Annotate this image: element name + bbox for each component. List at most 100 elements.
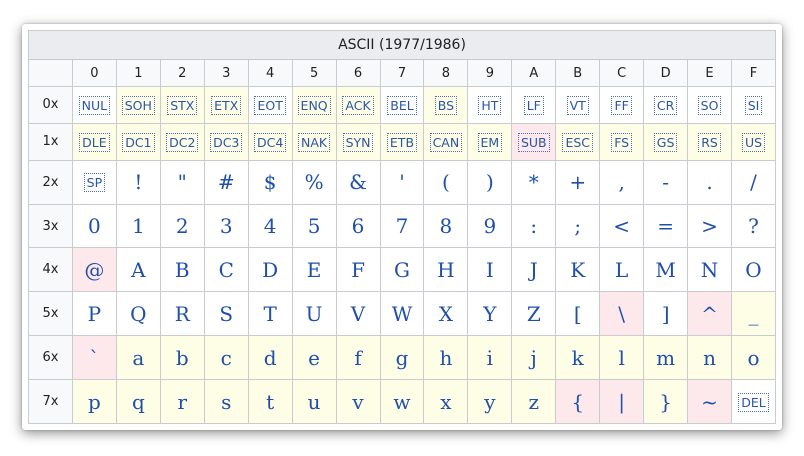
char-cell[interactable]: c (203, 335, 249, 381)
char-cell[interactable]: P (71, 291, 117, 337)
char-cell[interactable]: ^ (687, 291, 732, 337)
char-cell[interactable]: B (159, 247, 205, 293)
char-cell[interactable]: ~ (687, 379, 732, 424)
char-cell[interactable]: , (599, 159, 645, 205)
char-cell[interactable]: DC4 (247, 122, 293, 161)
char-cell[interactable]: [ (555, 291, 601, 337)
char-cell[interactable]: @ (71, 247, 117, 293)
char-cell[interactable]: DLE (71, 122, 117, 161)
char-cell[interactable]: - (643, 159, 689, 205)
char-cell[interactable]: / (731, 159, 776, 205)
char-cell[interactable]: r (159, 379, 205, 424)
char-cell[interactable]: I (467, 247, 513, 293)
char-cell[interactable]: ETB (379, 122, 425, 161)
char-cell[interactable]: BEL (379, 86, 425, 124)
char-cell[interactable]: * (511, 159, 557, 205)
char-cell[interactable]: DEL (731, 379, 776, 424)
char-cell[interactable]: STX (159, 86, 205, 124)
char-cell[interactable]: U (291, 291, 337, 337)
char-cell[interactable]: K (555, 247, 601, 293)
char-cell[interactable]: EM (467, 122, 513, 161)
char-cell[interactable]: f (335, 335, 381, 381)
char-cell[interactable]: = (643, 203, 689, 249)
char-cell[interactable]: C (203, 247, 249, 293)
char-cell[interactable]: ] (643, 291, 689, 337)
char-cell[interactable]: n (687, 335, 732, 381)
char-cell[interactable]: SI (731, 86, 776, 124)
char-cell[interactable]: e (291, 335, 337, 381)
char-cell[interactable]: D (247, 247, 293, 293)
char-cell[interactable]: X (423, 291, 469, 337)
char-cell[interactable]: | (599, 379, 645, 424)
char-cell[interactable]: a (115, 335, 161, 381)
char-cell[interactable]: ; (555, 203, 601, 249)
char-cell[interactable]: # (203, 159, 249, 205)
char-cell[interactable]: SP (71, 159, 117, 205)
char-cell[interactable]: 4 (247, 203, 293, 249)
char-cell[interactable]: q (115, 379, 161, 424)
char-cell[interactable]: VT (555, 86, 601, 124)
char-cell[interactable]: O (731, 247, 776, 293)
char-cell[interactable]: d (247, 335, 293, 381)
char-cell[interactable]: SUB (511, 122, 557, 161)
char-cell[interactable]: CR (643, 86, 689, 124)
char-cell[interactable]: 5 (291, 203, 337, 249)
char-cell[interactable]: v (335, 379, 381, 424)
char-cell[interactable]: CAN (423, 122, 469, 161)
char-cell[interactable]: 1 (115, 203, 161, 249)
char-cell[interactable]: 6 (335, 203, 381, 249)
char-cell[interactable]: < (599, 203, 645, 249)
char-cell[interactable]: HT (467, 86, 513, 124)
char-cell[interactable]: E (291, 247, 337, 293)
char-cell[interactable]: R (159, 291, 205, 337)
char-cell[interactable]: SYN (335, 122, 381, 161)
char-cell[interactable]: G (379, 247, 425, 293)
char-cell[interactable]: & (335, 159, 381, 205)
char-cell[interactable]: 9 (467, 203, 513, 249)
char-cell[interactable]: RS (687, 122, 732, 161)
char-cell[interactable]: : (511, 203, 557, 249)
char-cell[interactable]: Y (467, 291, 513, 337)
char-cell[interactable]: \ (599, 291, 645, 337)
char-cell[interactable]: BS (423, 86, 469, 124)
char-cell[interactable]: w (379, 379, 425, 424)
char-cell[interactable]: ESC (555, 122, 601, 161)
char-cell[interactable]: $ (247, 159, 293, 205)
char-cell[interactable]: FF (599, 86, 645, 124)
char-cell[interactable]: l (599, 335, 645, 381)
char-cell[interactable]: ACK (335, 86, 381, 124)
char-cell[interactable]: DC2 (159, 122, 205, 161)
char-cell[interactable]: NAK (291, 122, 337, 161)
char-cell[interactable]: s (203, 379, 249, 424)
char-cell[interactable]: h (423, 335, 469, 381)
char-cell[interactable]: y (467, 379, 513, 424)
char-cell[interactable]: i (467, 335, 513, 381)
char-cell[interactable]: EOT (247, 86, 293, 124)
char-cell[interactable]: M (643, 247, 689, 293)
char-cell[interactable]: DC1 (115, 122, 161, 161)
char-cell[interactable]: LF (511, 86, 557, 124)
char-cell[interactable]: } (643, 379, 689, 424)
char-cell[interactable]: A (115, 247, 161, 293)
char-cell[interactable]: S (203, 291, 249, 337)
char-cell[interactable]: DC3 (203, 122, 249, 161)
char-cell[interactable]: J (511, 247, 557, 293)
char-cell[interactable]: o (731, 335, 776, 381)
char-cell[interactable]: > (687, 203, 732, 249)
char-cell[interactable]: 2 (159, 203, 205, 249)
char-cell[interactable]: ' (379, 159, 425, 205)
char-cell[interactable]: NUL (71, 86, 117, 124)
char-cell[interactable]: H (423, 247, 469, 293)
char-cell[interactable]: ` (71, 335, 117, 381)
char-cell[interactable]: ETX (203, 86, 249, 124)
char-cell[interactable]: ! (115, 159, 161, 205)
char-cell[interactable]: x (423, 379, 469, 424)
char-cell[interactable]: Q (115, 291, 161, 337)
char-cell[interactable]: FS (599, 122, 645, 161)
char-cell[interactable]: % (291, 159, 337, 205)
char-cell[interactable]: SO (687, 86, 732, 124)
char-cell[interactable]: . (687, 159, 732, 205)
char-cell[interactable]: u (291, 379, 337, 424)
char-cell[interactable]: 8 (423, 203, 469, 249)
char-cell[interactable]: Z (511, 291, 557, 337)
